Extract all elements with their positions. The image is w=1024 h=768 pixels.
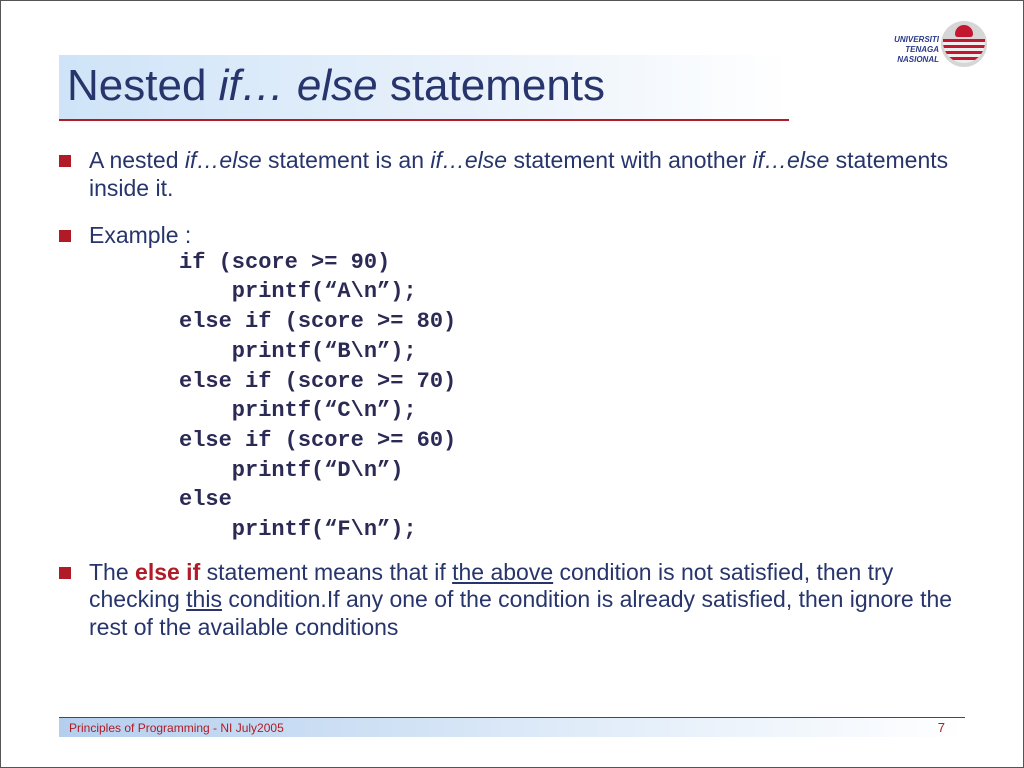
footer-text: Principles of Programming - NI July2005 <box>69 721 284 735</box>
logo-line2: TENAGA <box>894 45 939 55</box>
bullet-3: The else if statement means that if the … <box>59 559 965 642</box>
logo-line3: NASIONAL <box>894 55 939 65</box>
content-area: A nested if…else statement is an if…else… <box>59 147 965 641</box>
bullet-icon <box>59 230 71 242</box>
bullet-1-text: A nested if…else statement is an if…else… <box>89 147 965 202</box>
bullet-1: A nested if…else statement is an if…else… <box>59 147 965 202</box>
bullet-2: Example : <box>59 222 965 250</box>
title-part2: if… else <box>219 61 378 110</box>
university-logo: UNIVERSITI TENAGA NASIONAL <box>857 21 987 75</box>
code-example: if (score >= 90) printf(“A\n”); else if … <box>179 248 965 545</box>
logo-emblem <box>941 21 987 67</box>
bullet-icon <box>59 155 71 167</box>
slide: UNIVERSITI TENAGA NASIONAL Nested if… el… <box>1 1 1023 767</box>
bullet-2-text: Example : <box>89 222 965 250</box>
logo-line1: UNIVERSITI <box>894 35 939 45</box>
title-part3: statements <box>378 61 605 110</box>
footer-bar: Principles of Programming - NI July2005 … <box>59 717 965 737</box>
slide-title: Nested if… else statements <box>67 61 605 110</box>
bullet-icon <box>59 567 71 579</box>
title-part1: Nested <box>67 61 219 110</box>
page-number: 7 <box>938 720 945 735</box>
title-area: Nested if… else statements <box>59 55 789 121</box>
logo-text: UNIVERSITI TENAGA NASIONAL <box>894 35 939 65</box>
bullet-3-text: The else if statement means that if the … <box>89 559 965 642</box>
